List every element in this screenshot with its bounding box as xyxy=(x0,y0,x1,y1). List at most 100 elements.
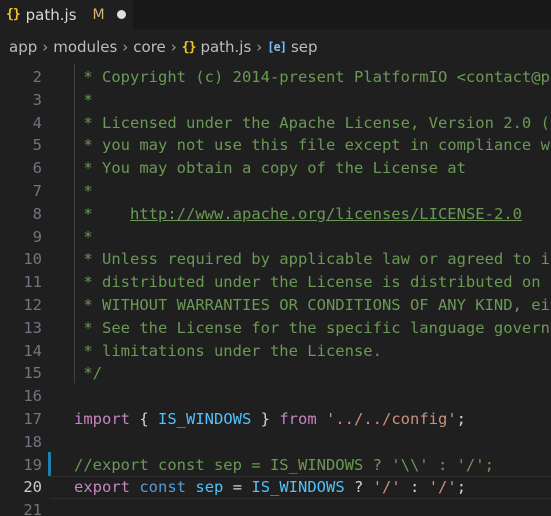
breadcrumb: app › modules › core › {} path.js › [e] … xyxy=(0,35,551,59)
breadcrumb-file[interactable]: path.js xyxy=(200,38,251,56)
code-text: * WITHOUT WARRANTIES OR CONDITIONS OF AN… xyxy=(74,294,551,317)
code-text: * xyxy=(74,89,93,112)
comment-text: * xyxy=(74,182,93,200)
chevron-right-icon: › xyxy=(42,38,49,56)
code-line[interactable]: 21 xyxy=(0,499,551,516)
code-text: * you may not use this file except in co… xyxy=(74,134,551,157)
string-literal: '../../config' xyxy=(326,410,457,428)
punctuation: ; xyxy=(456,478,467,497)
code-editor[interactable]: 2 * Copyright (c) 2014-present PlatformI… xyxy=(0,64,551,516)
variable-sep: sep xyxy=(195,478,224,497)
code-line[interactable]: 5 * you may not use this file except in … xyxy=(0,134,551,157)
identifier-is-windows: IS_WINDOWS xyxy=(158,410,252,428)
code-text: * xyxy=(74,226,93,249)
code-line[interactable]: 19 //export const sep = IS_WINDOWS ? '\\'… xyxy=(0,454,551,477)
line-number: 15 xyxy=(23,364,42,383)
keyword-const: const xyxy=(139,478,187,497)
unsaved-dot-icon[interactable] xyxy=(116,10,126,19)
line-number: 16 xyxy=(23,387,42,406)
punctuation: ; xyxy=(456,410,466,428)
variable-symbol-icon: [e] xyxy=(267,40,287,54)
line-number: 21 xyxy=(23,501,42,516)
line-number: 4 xyxy=(32,113,42,132)
comment-text: * distributed under the License is distr… xyxy=(83,273,551,292)
comment-text: * limitations under the License. xyxy=(74,341,382,360)
line-number: 17 xyxy=(23,410,42,428)
line-number: 11 xyxy=(23,273,42,292)
modified-badge: M xyxy=(92,6,105,23)
code-line[interactable]: 4 * Licensed under the Apache License, V… xyxy=(0,112,551,135)
code-text: * limitations under the License. xyxy=(74,340,382,363)
comment-text: * Licensed under the Apache License, Ver… xyxy=(83,113,551,132)
chevron-right-icon: › xyxy=(122,38,129,56)
code-line[interactable]: 11 * distributed under the License is di… xyxy=(0,271,551,294)
line-number: 14 xyxy=(23,341,42,360)
code-line[interactable]: 6 * You may obtain a copy of the License… xyxy=(0,157,551,180)
string-literal: '/' xyxy=(428,478,457,497)
code-text: * distributed under the License is distr… xyxy=(74,271,551,294)
javascript-file-icon: {} xyxy=(181,39,197,55)
operator: ? xyxy=(344,478,373,497)
breadcrumb-app[interactable]: app xyxy=(9,38,37,56)
code-line[interactable]: 9 * xyxy=(0,226,551,249)
tab-filename: path.js xyxy=(25,5,77,24)
code-text: * Copyright (c) 2014-present PlatformIO … xyxy=(74,66,551,89)
breadcrumb-modules[interactable]: modules xyxy=(53,38,117,56)
code-text: * Licensed under the Apache License, Ver… xyxy=(74,112,551,135)
operator: : xyxy=(400,478,429,497)
comment-text: //export const sep = IS_WINDOWS ? '\\' :… xyxy=(74,455,494,474)
breadcrumb-symbol[interactable]: sep xyxy=(291,38,318,56)
code-line[interactable]: 20 export const sep = IS_WINDOWS ? '/' : … xyxy=(0,476,551,500)
code-line[interactable]: 8 * http://www.apache.org/licenses/LICEN… xyxy=(0,203,551,226)
identifier-is-windows: IS_WINDOWS xyxy=(251,478,345,497)
comment-text: * You may obtain a copy of the License a… xyxy=(74,159,466,178)
line-number: 9 xyxy=(32,227,42,246)
code-text: * You may obtain a copy of the License a… xyxy=(74,157,466,180)
code-line[interactable]: 2 * Copyright (c) 2014-present PlatformI… xyxy=(0,66,551,89)
chevron-right-icon: › xyxy=(170,38,177,56)
line-number: 6 xyxy=(32,159,42,178)
breadcrumb-core[interactable]: core xyxy=(133,38,166,56)
code-line[interactable]: 7 * xyxy=(0,180,551,203)
line-number: 19 xyxy=(23,455,42,474)
comment-text: * Unless required by applicable law or a… xyxy=(83,250,551,269)
chevron-right-icon: › xyxy=(256,38,263,56)
code-text: * http://www.apache.org/licenses/LICENSE… xyxy=(74,203,522,226)
line-number: 13 xyxy=(23,318,42,337)
code-text: * See the License for the specific langu… xyxy=(74,317,551,340)
line-number: 18 xyxy=(23,432,42,451)
comment-text: * you may not use this file except in co… xyxy=(83,136,551,155)
comment-text: */ xyxy=(74,364,102,383)
code-text: * xyxy=(74,180,93,203)
code-line[interactable]: 13 * See the License for the specific la… xyxy=(0,317,551,340)
line-number: 10 xyxy=(23,250,42,269)
line-number: 5 xyxy=(32,136,42,155)
tab-path-js[interactable]: {} path.js M xyxy=(0,0,133,29)
code-line[interactable]: 17 import { IS_WINDOWS } from '../../conf… xyxy=(0,408,551,431)
code-line[interactable]: 18 xyxy=(0,431,551,454)
line-number: 20 xyxy=(23,478,42,497)
line-number: 12 xyxy=(23,296,42,314)
line-number: 3 xyxy=(32,90,42,109)
code-line[interactable]: 14 * limitations under the License. xyxy=(0,340,551,363)
operator: = xyxy=(223,478,252,497)
line-number: 2 xyxy=(32,68,42,86)
comment-text: * WITHOUT WARRANTIES OR CONDITIONS OF AN… xyxy=(83,296,551,314)
comment-text: * xyxy=(74,227,93,246)
code-line[interactable]: 16 xyxy=(0,385,551,408)
code-text: //export const sep = IS_WINDOWS ? '\\' :… xyxy=(74,454,494,477)
code-line[interactable]: 3 * xyxy=(0,89,551,112)
code-line[interactable]: 15 */ xyxy=(0,362,551,385)
punctuation: } xyxy=(251,410,280,428)
tab-bar: {} path.js M xyxy=(0,0,551,29)
code-line[interactable]: 10 * Unless required by applicable law o… xyxy=(0,248,551,271)
keyword-from: from xyxy=(279,410,317,428)
code-text: */ xyxy=(74,362,102,385)
keyword-export: export xyxy=(74,478,130,497)
comment-text: * See the License for the specific langu… xyxy=(83,318,551,337)
code-line[interactable]: 12 * WITHOUT WARRANTIES OR CONDITIONS OF… xyxy=(0,294,551,317)
javascript-file-icon: {} xyxy=(6,7,21,22)
line-number: 8 xyxy=(32,204,42,223)
comment-text: * xyxy=(74,90,93,109)
